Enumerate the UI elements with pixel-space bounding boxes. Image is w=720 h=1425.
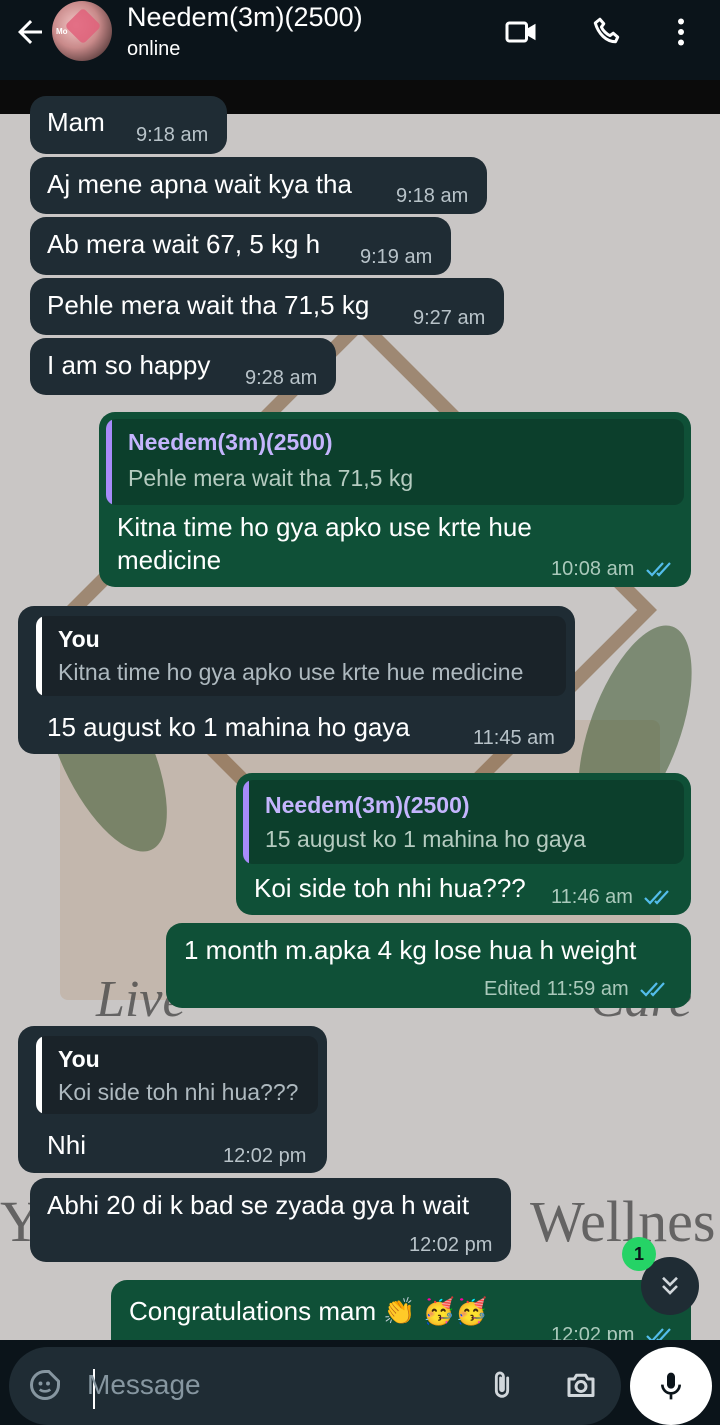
message-text: Kitna time ho gya apko use krte hue	[117, 512, 532, 542]
quote-bar	[243, 780, 249, 864]
composer-bar	[0, 1340, 720, 1425]
attach-paperclip-icon[interactable]	[485, 1368, 519, 1402]
message-time: 11:45 am	[473, 727, 555, 749]
avatar-heart	[64, 7, 102, 45]
message-text: Koi side toh nhi hua???	[254, 873, 526, 903]
message-time-row: 11:46 am	[551, 886, 674, 909]
message-bubble-incoming[interactable]: I am so happy 9:28 am	[30, 338, 336, 395]
sticker-emoji-icon[interactable]	[27, 1367, 63, 1403]
message-time: 9:18 am	[396, 185, 469, 207]
wallpaper-text-wellness: Wellnes	[530, 1189, 716, 1254]
message-time: 9:18 am	[136, 124, 209, 146]
message-time: 12:02 pm	[551, 1324, 635, 1340]
message-text-line2: medicine	[117, 545, 222, 575]
quote-sender: You	[58, 1046, 100, 1072]
message-text: Pehle mera wait tha 71,5 kg	[47, 290, 370, 320]
message-bubble-incoming[interactable]: Mam 9:18 am	[30, 96, 227, 154]
message-time: 10:08 am	[551, 558, 635, 580]
message-time: 9:19 am	[360, 246, 433, 268]
microphone-icon	[661, 1372, 681, 1400]
message-time: 12:02 pm	[223, 1145, 307, 1167]
quote-text: 15 august ko 1 mahina ho gaya	[265, 826, 586, 852]
quoted-message[interactable]: You Koi side toh nhi hua???	[36, 1036, 318, 1114]
message-text: Congratulations mam 👏 🥳🥳	[129, 1296, 488, 1326]
message-bubble-incoming[interactable]: You Koi side toh nhi hua??? Nhi 12:02 pm	[18, 1026, 327, 1173]
quote-bar	[36, 616, 42, 696]
chat-header: Mo Needem(3m)(2500) online	[0, 0, 720, 80]
chat-area[interactable]: Live Care Y Wellnes Mam 9:18 am Aj mene …	[0, 80, 720, 1340]
message-text: Ab mera wait 67, 5 kg h	[47, 229, 321, 259]
unread-count-badge: 1	[622, 1237, 656, 1271]
quote-sender: You	[58, 626, 100, 652]
message-text: Nhi	[47, 1130, 87, 1160]
message-bubble-outgoing[interactable]: Needem(3m)(2500) 15 august ko 1 mahina h…	[236, 773, 691, 915]
read-ticks-icon	[644, 889, 670, 905]
read-ticks-icon	[640, 981, 665, 997]
voice-record-button[interactable]	[630, 1347, 712, 1425]
message-input-container[interactable]	[9, 1347, 621, 1425]
message-bubble-incoming[interactable]: Abhi 20 di k bad se zyada gya h wait 12:…	[30, 1178, 511, 1262]
message-bubble-incoming[interactable]: Pehle mera wait tha 71,5 kg 9:27 am	[30, 278, 504, 335]
message-time: 11:46 am	[551, 886, 633, 908]
message-bubble-incoming[interactable]: You Kitna time ho gya apko use krte hue …	[18, 606, 575, 754]
read-ticks-icon	[646, 1327, 671, 1340]
message-time-row: 12:02 pm	[551, 1324, 676, 1340]
quote-text: Koi side toh nhi hua???	[58, 1079, 299, 1105]
message-bubble-outgoing[interactable]: Congratulations mam 👏 🥳🥳 12:02 pm	[111, 1280, 691, 1340]
message-time: 12:02 pm	[409, 1234, 493, 1256]
read-ticks-icon	[646, 561, 671, 577]
quote-sender: Needem(3m)(2500)	[128, 429, 333, 455]
quote-bar	[36, 1036, 42, 1114]
message-text: 15 august ko 1 mahina ho gaya	[47, 712, 410, 742]
message-input[interactable]	[87, 1359, 467, 1411]
message-time: 9:27 am	[413, 307, 486, 329]
quote-bar	[106, 419, 112, 505]
quoted-message[interactable]: Needem(3m)(2500) 15 august ko 1 mahina h…	[243, 780, 684, 864]
message-time-row: 10:08 am	[551, 558, 676, 581]
contact-name[interactable]: Needem(3m)(2500)	[127, 2, 363, 33]
back-arrow-icon[interactable]	[12, 14, 48, 50]
message-bubble-incoming[interactable]: Aj mene apna wait kya tha 9:18 am	[30, 157, 487, 214]
message-text: 1 month m.apka 4 kg lose hua h weight	[184, 935, 637, 965]
quoted-message[interactable]: You Kitna time ho gya apko use krte hue …	[36, 616, 566, 696]
message-text: Aj mene apna wait kya tha	[47, 169, 352, 199]
message-text: I am so happy	[47, 350, 211, 380]
phone-call-icon[interactable]	[590, 14, 626, 50]
message-text: Abhi 20 di k bad se zyada gya h wait	[47, 1190, 470, 1220]
message-time: 9:28 am	[245, 367, 318, 389]
avatar-text: Mo	[56, 27, 68, 36]
quote-text: Kitna time ho gya apko use krte hue medi…	[58, 659, 524, 685]
more-options-icon[interactable]	[663, 14, 699, 50]
message-time: 11:59 am	[546, 978, 629, 1000]
quoted-message[interactable]: Needem(3m)(2500) Pehle mera wait tha 71,…	[106, 419, 684, 505]
video-call-icon[interactable]	[504, 14, 540, 50]
message-time-row: Edited 11:59 am	[484, 978, 670, 1001]
quote-text: Pehle mera wait tha 71,5 kg	[128, 465, 414, 491]
message-bubble-outgoing[interactable]: 1 month m.apka 4 kg lose hua h weight Ed…	[166, 923, 691, 1008]
message-bubble-incoming[interactable]: Ab mera wait 67, 5 kg h 9:19 am	[30, 217, 451, 275]
camera-icon[interactable]	[562, 1367, 600, 1403]
message-bubble-outgoing[interactable]: Needem(3m)(2500) Pehle mera wait tha 71,…	[99, 412, 691, 587]
quote-sender: Needem(3m)(2500)	[265, 792, 470, 818]
contact-status: online	[127, 38, 181, 60]
message-text: Mam	[47, 107, 105, 137]
contact-avatar[interactable]: Mo	[52, 1, 112, 61]
double-chevron-down-icon	[662, 1276, 678, 1295]
edited-label: Edited	[484, 978, 541, 1000]
